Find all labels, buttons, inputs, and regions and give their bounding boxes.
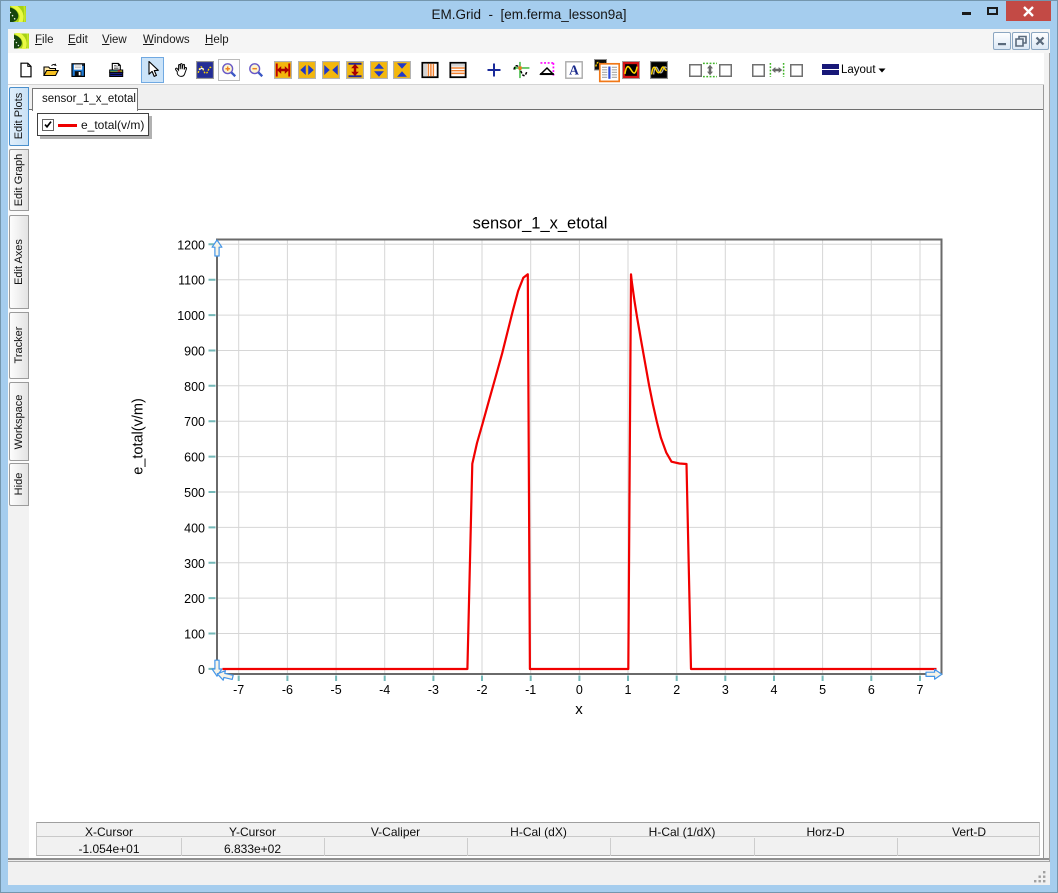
svg-text:300: 300: [184, 557, 205, 571]
svg-text:1: 1: [625, 683, 632, 697]
svg-text:-3: -3: [428, 683, 439, 697]
svg-text:x: x: [575, 701, 583, 718]
svg-text:A: A: [569, 63, 579, 78]
svg-text:1000: 1000: [177, 309, 205, 323]
svg-text:5: 5: [819, 683, 826, 697]
svg-text:sensor_1_x_etotal: sensor_1_x_etotal: [473, 215, 608, 233]
svg-text:400: 400: [184, 521, 205, 535]
svg-text:-5: -5: [331, 683, 342, 697]
svg-text:800: 800: [184, 380, 205, 394]
svg-text:-2: -2: [476, 683, 487, 697]
svg-text:-6: -6: [282, 683, 293, 697]
svg-text:-4: -4: [379, 683, 390, 697]
svg-text:200: 200: [184, 592, 205, 606]
svg-text:0: 0: [576, 683, 583, 697]
svg-text:3: 3: [722, 683, 729, 697]
svg-text:900: 900: [184, 345, 205, 359]
svg-text:4: 4: [771, 683, 778, 697]
svg-text:-1: -1: [525, 683, 536, 697]
svg-text:700: 700: [184, 415, 205, 429]
svg-text:6: 6: [868, 683, 875, 697]
svg-text:1100: 1100: [178, 274, 205, 288]
svg-text:-7: -7: [233, 683, 244, 697]
svg-text:7: 7: [917, 683, 924, 697]
svg-text:600: 600: [184, 451, 205, 465]
svg-text:e_total(v/m): e_total(v/m): [131, 398, 147, 475]
svg-text:500: 500: [184, 486, 205, 500]
svg-text:100: 100: [184, 628, 205, 642]
svg-text:0: 0: [198, 663, 205, 677]
svg-text:2: 2: [673, 683, 680, 697]
svg-text:1200: 1200: [177, 238, 205, 252]
